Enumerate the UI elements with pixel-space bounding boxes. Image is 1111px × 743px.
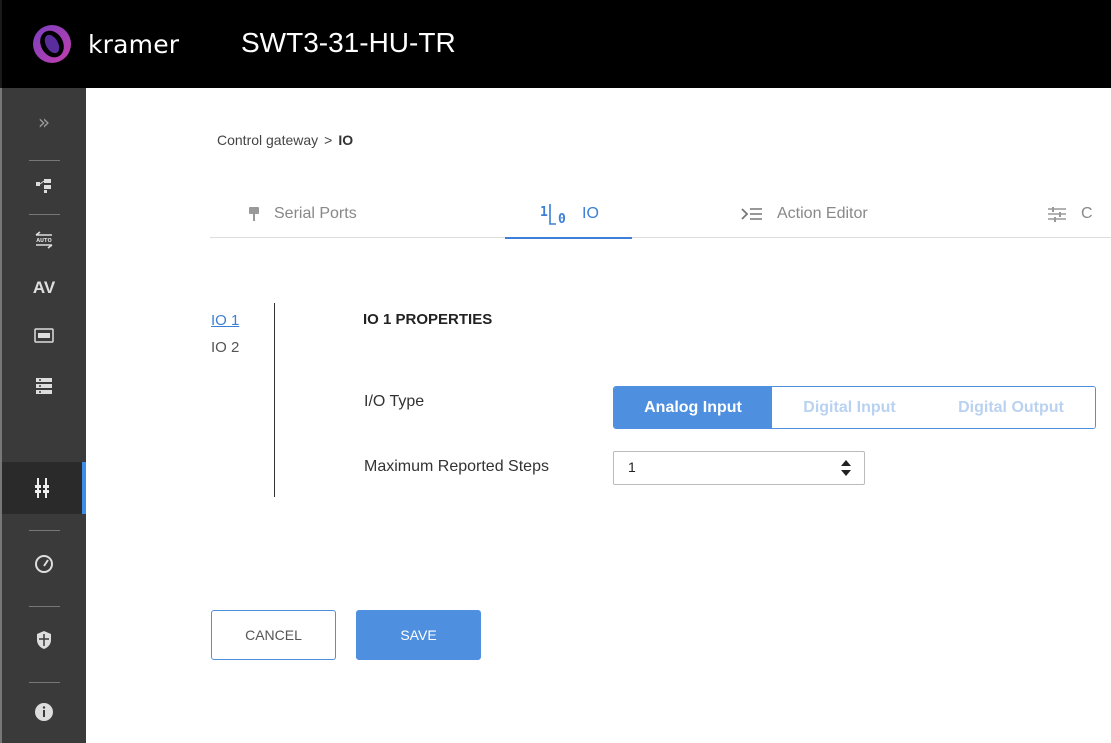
breadcrumb-separator: >	[324, 132, 333, 148]
max-steps-label: Maximum Reported Steps	[364, 458, 549, 475]
cancel-button[interactable]: CANCEL	[211, 610, 336, 660]
sidebar: » AUTO AV	[0, 88, 86, 743]
breadcrumb-parent[interactable]: Control gateway	[217, 132, 318, 148]
io-list: IO 1 IO 2	[211, 312, 239, 366]
routing-icon	[36, 179, 51, 193]
info-icon	[35, 703, 53, 721]
save-button[interactable]: SAVE	[356, 610, 481, 660]
sidebar-item-av[interactable]: AV	[2, 268, 86, 308]
sidebar-item-routing[interactable]	[2, 166, 86, 206]
sidebar-item-about[interactable]	[2, 692, 86, 732]
io-list-item[interactable]: IO 1	[211, 312, 239, 329]
tab-label: IO	[582, 204, 599, 222]
tab-c[interactable]: C	[1047, 190, 1093, 238]
io-type-selector: Analog Input Digital Input Digital Outpu…	[613, 386, 1096, 429]
sidebar-item-status[interactable]	[2, 544, 86, 584]
breadcrumb: Control gateway > IO	[217, 132, 353, 148]
tab-action-editor[interactable]: Action Editor	[741, 190, 868, 238]
top-bar: kramer SWT3-31-HU-TR	[0, 0, 1111, 88]
io-type-option[interactable]: Analog Input	[614, 387, 772, 428]
svg-text:0: 0	[558, 212, 566, 225]
action-editor-icon	[741, 207, 763, 221]
io-type-label: I/O Type	[364, 393, 425, 410]
shield-icon	[37, 631, 51, 649]
max-steps-stepper[interactable]: 1	[613, 451, 865, 485]
sidebar-divider	[29, 606, 60, 607]
io-icon: 1 0	[538, 203, 574, 225]
tab-label: C	[1081, 205, 1093, 222]
max-steps-value: 1	[628, 459, 636, 475]
tab-io[interactable]: 1 0 IO	[505, 190, 632, 239]
sidebar-divider	[29, 682, 60, 683]
svg-text:1: 1	[540, 205, 548, 220]
av-text-icon: AV	[32, 278, 56, 297]
svg-text:AUTO: AUTO	[36, 238, 51, 244]
sliders-icon	[1047, 206, 1067, 222]
io-type-option[interactable]: Digital Input	[772, 387, 927, 428]
device-name: SWT3-31-HU-TR	[241, 27, 456, 58]
sidebar-divider	[29, 214, 60, 215]
sidebar-divider	[29, 160, 60, 161]
tab-label: Serial Ports	[274, 205, 357, 222]
sidebar-item-auto-switching[interactable]: AUTO	[2, 220, 86, 260]
gauge-icon	[35, 555, 53, 573]
tab-bar: Serial Ports 1 0 IO Action Editor C	[210, 190, 1111, 239]
brand-name: kramer	[88, 30, 180, 59]
sidebar-item-edid[interactable]	[2, 316, 86, 356]
auto-switch-icon: AUTO	[35, 231, 53, 249]
double-chevron-right-icon: »	[37, 110, 51, 134]
tab-serial-ports[interactable]: Serial Ports	[248, 190, 357, 238]
sidebar-item-control[interactable]	[2, 366, 86, 406]
tab-label: Action Editor	[777, 205, 868, 222]
io-type-option[interactable]: Digital Output	[927, 387, 1095, 428]
properties-title: IO 1 PROPERTIES	[363, 311, 493, 328]
serial-port-icon	[248, 206, 260, 222]
sidebar-item-security[interactable]	[2, 620, 86, 660]
divider	[274, 303, 275, 497]
sidebar-divider	[29, 530, 60, 531]
sidebar-item-control-gateway[interactable]	[2, 462, 86, 514]
io-list-item[interactable]: IO 2	[211, 339, 239, 356]
breadcrumb-current: IO	[338, 132, 354, 148]
control-settings-icon	[36, 378, 52, 394]
control-gateway-icon	[35, 478, 49, 498]
sidebar-expand-button[interactable]: »	[2, 102, 86, 142]
kramer-logo-icon	[33, 25, 71, 63]
edid-icon	[34, 328, 54, 343]
stepper-arrows-icon[interactable]	[840, 458, 852, 478]
